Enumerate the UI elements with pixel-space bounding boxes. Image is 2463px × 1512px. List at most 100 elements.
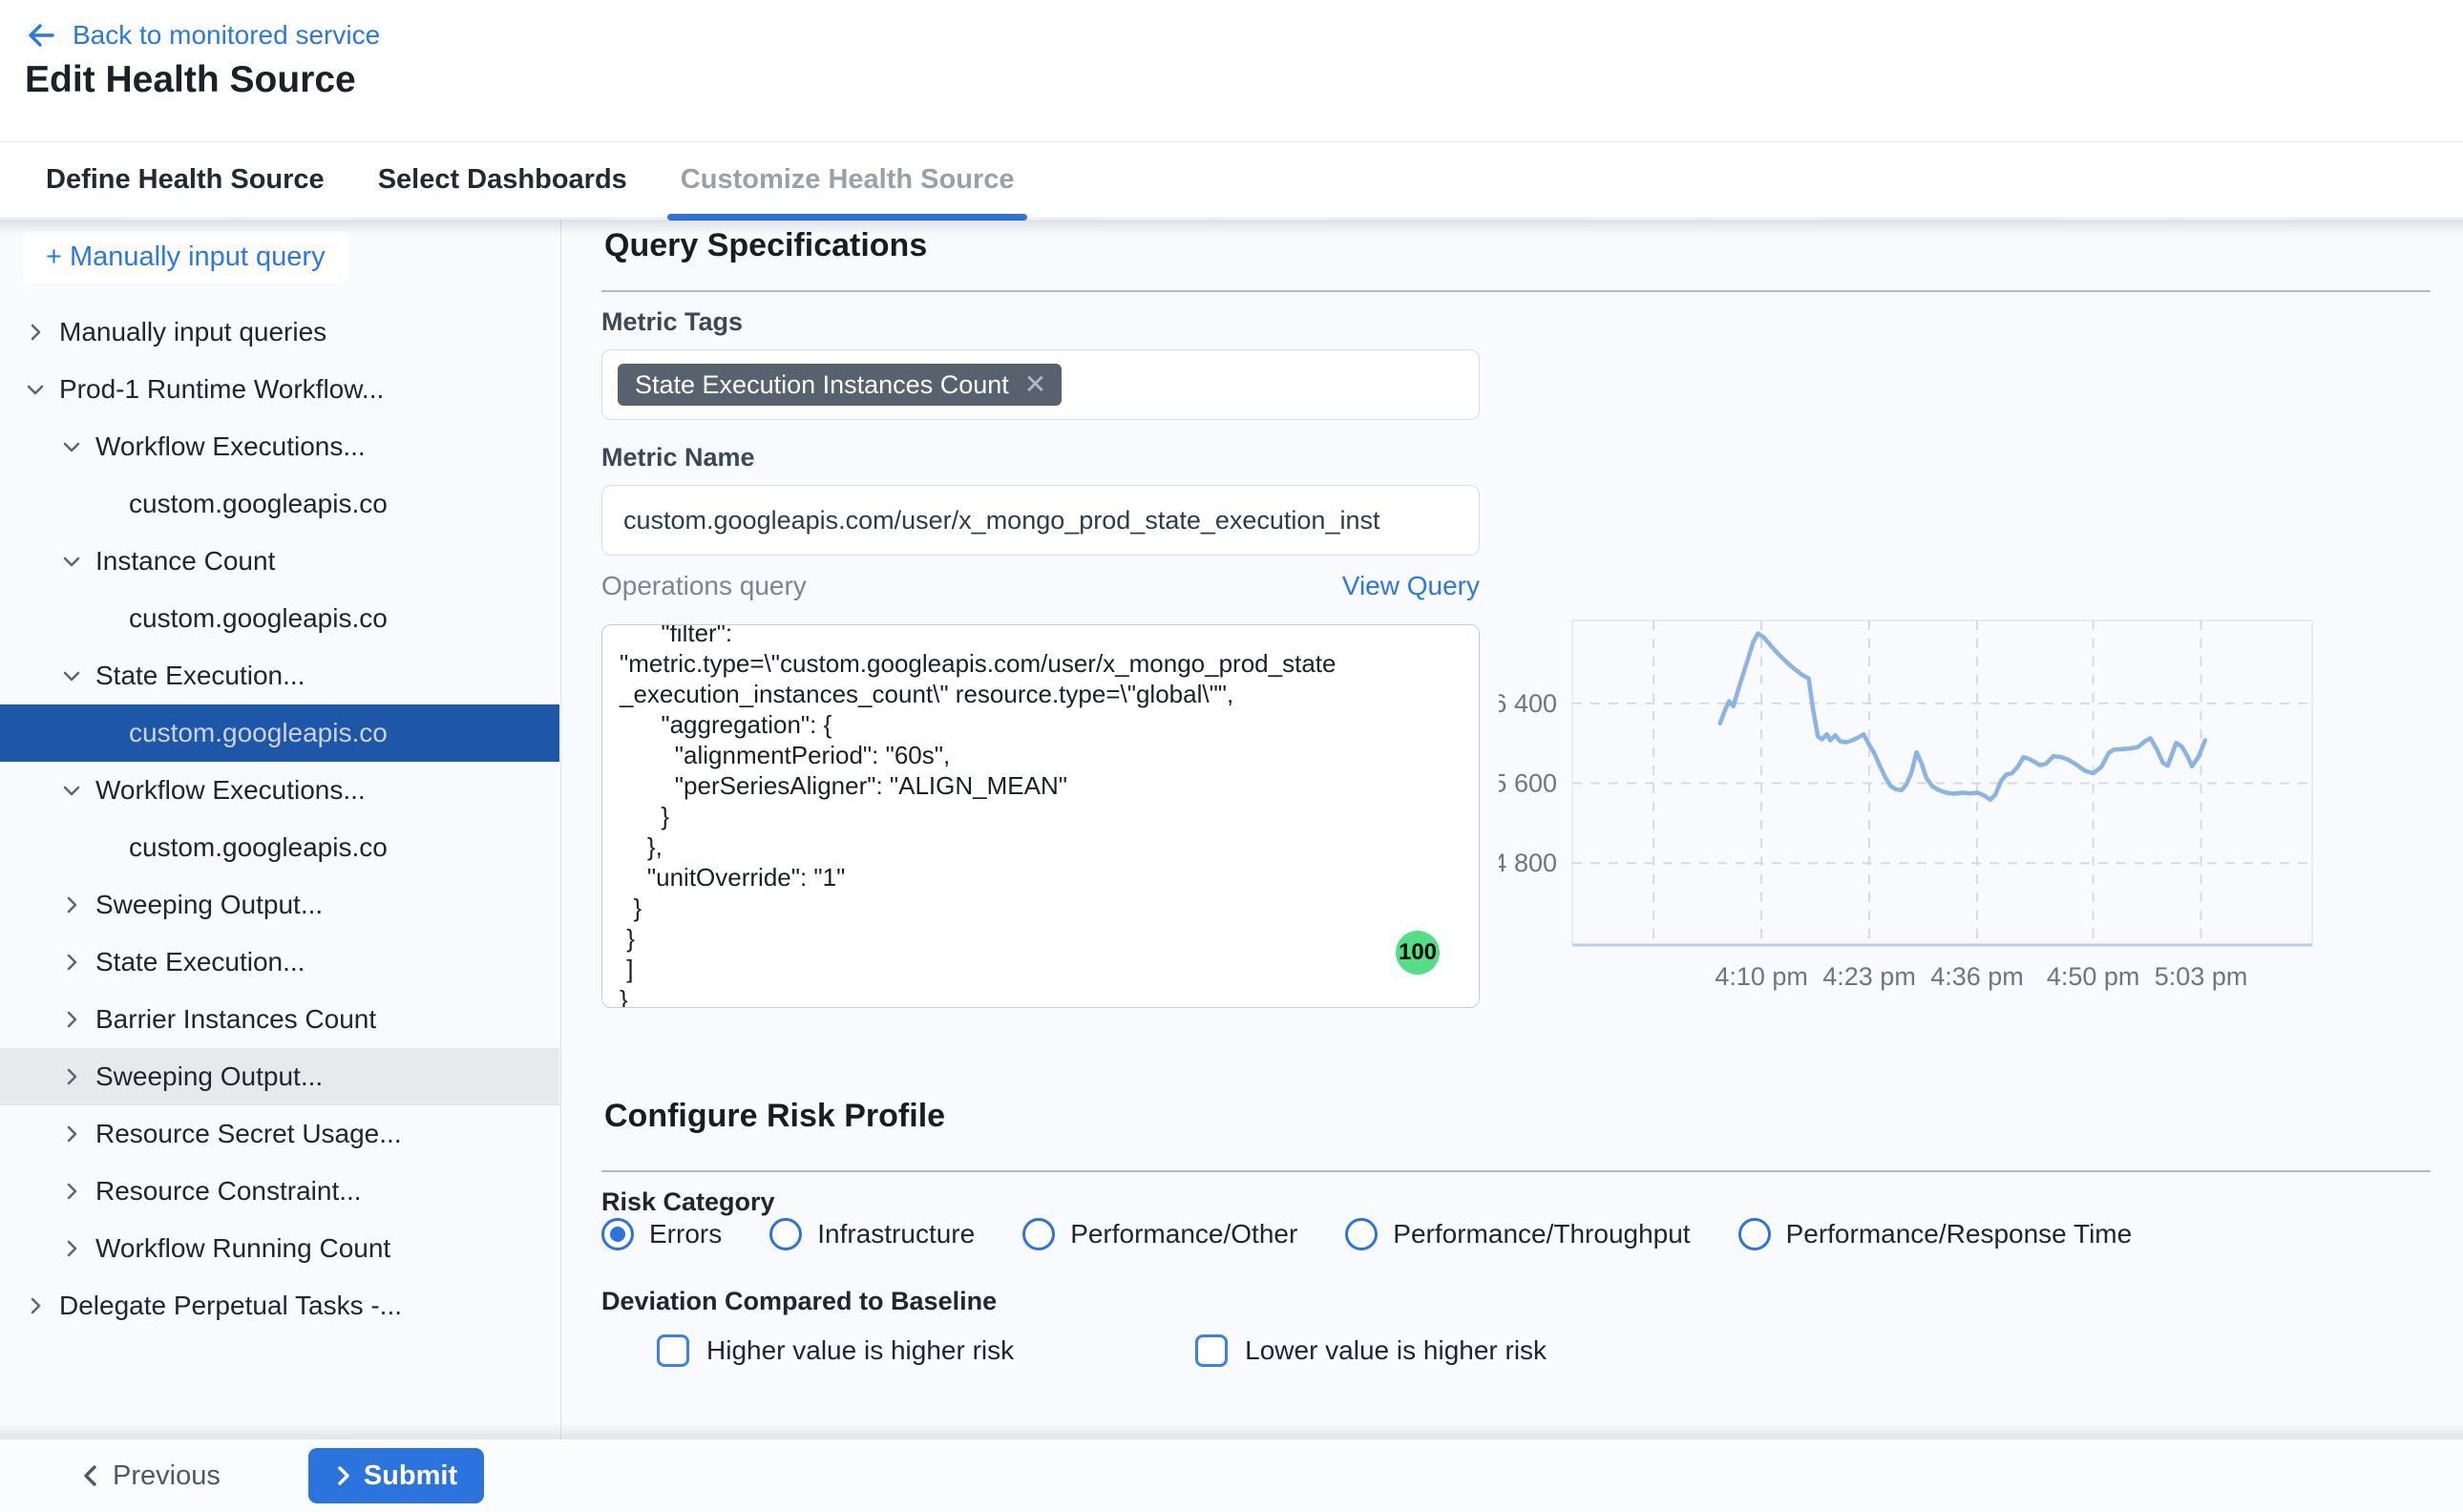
- checkbox-icon[interactable]: [657, 1334, 689, 1367]
- tree-item[interactable]: Resource Secret Usage...: [0, 1105, 559, 1163]
- metric-tags-input[interactable]: State Execution Instances Count ✕: [601, 349, 1480, 420]
- chevron-down-icon[interactable]: [59, 778, 84, 803]
- records-count-badge: 100: [1396, 931, 1440, 975]
- radio-label: Errors: [649, 1219, 722, 1250]
- tree-item[interactable]: Sweeping Output...: [0, 1048, 559, 1105]
- add-manual-query-button[interactable]: + Manually input query: [23, 231, 348, 284]
- submit-button[interactable]: Submit: [308, 1448, 484, 1503]
- tree-item[interactable]: Delegate Perpetual Tasks -...: [0, 1277, 559, 1334]
- tree-item[interactable]: custom.googleapis.co: [0, 704, 559, 762]
- arrow-left-icon: [25, 19, 57, 52]
- tab-select-dashboards[interactable]: Select Dashboards: [378, 142, 627, 218]
- tree-item[interactable]: Workflow Executions...: [0, 762, 559, 819]
- operations-query-label: Operations query: [601, 571, 807, 601]
- chevron-right-icon[interactable]: [59, 1064, 84, 1089]
- query-specifications-heading: Query Specifications: [604, 227, 927, 264]
- back-link-label: Back to monitored service: [73, 20, 380, 51]
- section-divider: [601, 290, 2431, 292]
- wizard-tab-bar: Define Health Source Select Dashboards C…: [0, 141, 2463, 219]
- x-axis-tick-label: 4:10 pm: [1715, 962, 1808, 991]
- chevron-right-icon[interactable]: [59, 950, 84, 975]
- chevron-down-icon[interactable]: [59, 663, 84, 688]
- back-to-monitored-service-link[interactable]: Back to monitored service: [25, 19, 380, 52]
- tree-item-label: custom.googleapis.co: [129, 603, 388, 634]
- risk-radio-errors[interactable]: Errors: [601, 1218, 722, 1250]
- chevron-down-icon[interactable]: [59, 549, 84, 574]
- view-query-link[interactable]: View Query: [1342, 571, 1480, 601]
- tree-item-label: Manually input queries: [59, 317, 326, 347]
- sidebar-tree: Manually input queries Prod-1 Runtime Wor…: [0, 304, 559, 1334]
- tree-item[interactable]: Prod-1 Runtime Workflow...: [0, 361, 559, 418]
- edit-health-source-page: Back to monitored service Edit Health So…: [0, 0, 2463, 1512]
- metric-tag-chip-label: State Execution Instances Count: [635, 370, 1009, 400]
- tree-item-label: custom.googleapis.co: [129, 718, 388, 748]
- radio-icon[interactable]: [1345, 1218, 1378, 1250]
- x-axis-tick-label: 4:23 pm: [1822, 962, 1916, 991]
- chevron-right-icon[interactable]: [59, 1007, 84, 1032]
- tree-item[interactable]: Workflow Executions...: [0, 418, 559, 475]
- checkbox-label: Higher value is higher risk: [706, 1335, 1014, 1366]
- tree-item-label: custom.googleapis.co: [129, 489, 388, 519]
- deviation-checkbox-lower-value-is-higher-risk[interactable]: Lower value is higher risk: [1195, 1334, 1547, 1367]
- footer-bar: Previous Submit: [0, 1438, 2463, 1512]
- tree-item[interactable]: custom.googleapis.co: [0, 475, 559, 533]
- risk-radio-performance-throughput[interactable]: Performance/Throughput: [1345, 1218, 1690, 1250]
- chevron-down-icon[interactable]: [23, 377, 48, 402]
- risk-radio-performance-other[interactable]: Performance/Other: [1022, 1218, 1297, 1250]
- configure-risk-profile-heading: Configure Risk Profile: [604, 1098, 945, 1135]
- metric-name-label: Metric Name: [601, 443, 755, 472]
- tree-item[interactable]: custom.googleapis.co: [0, 590, 559, 647]
- page-title: Edit Health Source: [25, 59, 356, 101]
- y-axis-tick-label: 36 044 800: [1499, 849, 1557, 877]
- previous-button[interactable]: Previous: [80, 1460, 221, 1492]
- risk-radio-performance-response-time[interactable]: Performance/Response Time: [1738, 1218, 2133, 1250]
- query-tree-sidebar: + Manually input query Manually input qu…: [0, 220, 561, 1438]
- metric-tags-label: Metric Tags: [601, 307, 743, 337]
- tree-item[interactable]: Manually input queries: [0, 304, 559, 361]
- chevron-right-icon[interactable]: [59, 892, 84, 917]
- tree-item[interactable]: custom.googleapis.co: [0, 819, 559, 876]
- chevron-left-icon: [80, 1463, 101, 1488]
- tree-item-label: Resource Secret Usage...: [95, 1119, 402, 1149]
- tree-item[interactable]: Instance Count: [0, 533, 559, 590]
- radio-label: Performance/Other: [1070, 1219, 1297, 1250]
- tree-item[interactable]: Resource Constraint...: [0, 1163, 559, 1220]
- chevron-right-icon[interactable]: [23, 320, 48, 345]
- metric-name-value: custom.googleapis.com/user/x_mongo_prod_…: [623, 486, 1463, 555]
- radio-label: Infrastructure: [817, 1219, 975, 1250]
- radio-icon[interactable]: [1738, 1218, 1771, 1250]
- chip-remove-icon[interactable]: ✕: [1024, 371, 1046, 398]
- radio-label: Performance/Response Time: [1786, 1219, 2133, 1250]
- chevron-right-icon[interactable]: [59, 1236, 84, 1261]
- deviation-checkbox-higher-value-is-higher-risk[interactable]: Higher value is higher risk: [657, 1334, 1014, 1367]
- risk-radio-infrastructure[interactable]: Infrastructure: [769, 1218, 975, 1250]
- tree-item-label: Resource Constraint...: [95, 1176, 362, 1207]
- tree-item[interactable]: State Execution...: [0, 647, 559, 704]
- tree-item[interactable]: Sweeping Output...: [0, 876, 559, 934]
- deviation-baseline-label: Deviation Compared to Baseline: [601, 1287, 997, 1316]
- checkbox-label: Lower value is higher risk: [1245, 1335, 1547, 1366]
- radio-icon[interactable]: [769, 1218, 802, 1250]
- tree-item[interactable]: State Execution...: [0, 934, 559, 991]
- checkbox-icon[interactable]: [1195, 1334, 1228, 1367]
- chevron-right-icon[interactable]: [59, 1179, 84, 1204]
- chevron-right-icon[interactable]: [23, 1293, 48, 1318]
- metric-line-series: [1720, 634, 2205, 800]
- radio-icon[interactable]: [601, 1218, 634, 1250]
- submit-button-label: Submit: [364, 1460, 457, 1492]
- chevron-down-icon[interactable]: [59, 434, 84, 459]
- tree-item-label: Prod-1 Runtime Workflow...: [59, 374, 384, 405]
- radio-label: Performance/Throughput: [1393, 1219, 1690, 1250]
- operations-query-textarea[interactable]: "filter": "metric.type=\"custom.googleap…: [601, 624, 1480, 1008]
- tab-customize-health-source[interactable]: Customize Health Source: [681, 142, 1015, 218]
- metric-name-input[interactable]: custom.googleapis.com/user/x_mongo_prod_…: [601, 485, 1480, 556]
- tree-item-label: Workflow Running Count: [95, 1233, 390, 1264]
- tree-item-label: Workflow Executions...: [95, 431, 366, 462]
- risk-category-radio-group: Errors Infrastructure Performance/Other Per…: [601, 1218, 2132, 1250]
- chevron-right-icon[interactable]: [59, 1122, 84, 1146]
- tree-item[interactable]: Workflow Running Count: [0, 1220, 559, 1277]
- radio-icon[interactable]: [1022, 1218, 1055, 1250]
- metric-tag-chip[interactable]: State Execution Instances Count ✕: [618, 364, 1062, 406]
- tab-define-health-source[interactable]: Define Health Source: [46, 142, 325, 218]
- tree-item[interactable]: Barrier Instances Count: [0, 991, 559, 1048]
